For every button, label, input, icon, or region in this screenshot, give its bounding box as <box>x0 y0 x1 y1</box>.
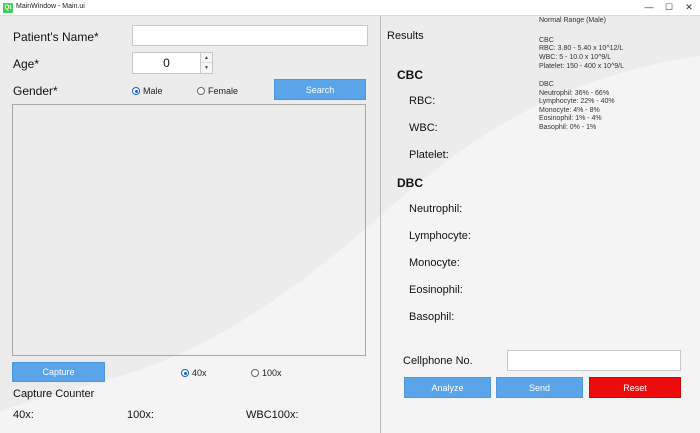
gender-female-label[interactable]: Female <box>208 86 238 96</box>
dbc-header: DBC <box>397 176 423 190</box>
normal-range-line: Neutrophil: 36% - 66% <box>539 90 610 97</box>
counter-wbc100x-label: WBC100x: <box>246 409 299 421</box>
basophil-label: Basophil: <box>409 311 455 323</box>
capture-image-view <box>12 104 366 356</box>
send-button[interactable]: Send <box>496 377 583 398</box>
normal-range-line: Platelet: 150 - 400 x 10^9/L <box>539 63 625 70</box>
normal-range-line: Lymphocyte: 22% - 40% <box>539 98 615 105</box>
minimize-icon[interactable]: — <box>640 1 658 14</box>
monocyte-label: Monocyte: <box>409 257 460 269</box>
platelet-label: Platelet: <box>409 149 449 161</box>
reset-button[interactable]: Reset <box>589 377 681 398</box>
normal-range-line: Eosinophil: 1% - 4% <box>539 115 602 122</box>
cellphone-label: Cellphone No. <box>403 355 473 367</box>
eosinophil-label: Eosinophil: <box>409 284 463 296</box>
counter-100x-label: 100x: <box>127 409 154 421</box>
gender-label: Gender* <box>13 84 58 98</box>
normal-range-line: WBC: 5 - 10.0 x 10^9/L <box>539 54 612 61</box>
counter-40x-label: 40x: <box>13 409 34 421</box>
normal-range-dbc-title: DBC <box>539 81 554 88</box>
age-decrement-icon[interactable]: ▼ <box>200 63 212 73</box>
age-increment-icon[interactable]: ▲ <box>200 53 212 63</box>
wbc-label: WBC: <box>409 122 438 134</box>
analyze-button[interactable]: Analyze <box>404 377 491 398</box>
qt-app-icon: Qt <box>3 3 13 13</box>
age-value[interactable]: 0 <box>133 53 200 73</box>
capture-button[interactable]: Capture <box>12 362 105 382</box>
cbc-header: CBC <box>397 68 423 82</box>
patient-name-input[interactable] <box>132 25 368 46</box>
neutrophil-label: Neutrophil: <box>409 203 463 215</box>
age-label: Age* <box>13 57 40 71</box>
mag-40x-label[interactable]: 40x <box>192 368 207 378</box>
normal-range-title: Normal Range (Male) <box>539 17 606 24</box>
maximize-icon[interactable]: ☐ <box>660 1 678 14</box>
gender-female-radio[interactable] <box>197 87 205 95</box>
normal-range-cbc-title: CBC <box>539 37 554 44</box>
mag-100x-label[interactable]: 100x <box>262 368 282 378</box>
rbc-label: RBC: <box>409 95 436 107</box>
results-title: Results <box>387 30 424 42</box>
panel-divider <box>380 16 381 433</box>
patient-name-label: Patient's Name* <box>13 30 99 44</box>
cellphone-input[interactable] <box>507 350 681 371</box>
mag-40x-radio[interactable] <box>181 369 189 377</box>
normal-range-line: Basophil: 0% - 1% <box>539 124 597 131</box>
window-title: MainWindow - Main.ui <box>16 3 85 10</box>
gender-male-radio[interactable] <box>132 87 140 95</box>
title-bar <box>0 0 700 16</box>
normal-range-line: Monocyte: 4% - 8% <box>539 107 600 114</box>
capture-counter-title: Capture Counter <box>13 388 95 400</box>
lymphocyte-label: Lymphocyte: <box>409 230 471 242</box>
age-spinbox[interactable]: 0 ▲ ▼ <box>132 52 213 74</box>
mag-100x-radio[interactable] <box>251 369 259 377</box>
normal-range-line: RBC: 3.80 - 5.40 x 10^12/L <box>539 45 624 52</box>
close-icon[interactable]: ✕ <box>680 1 698 14</box>
search-button[interactable]: Search <box>274 79 366 100</box>
gender-male-label[interactable]: Male <box>143 86 163 96</box>
